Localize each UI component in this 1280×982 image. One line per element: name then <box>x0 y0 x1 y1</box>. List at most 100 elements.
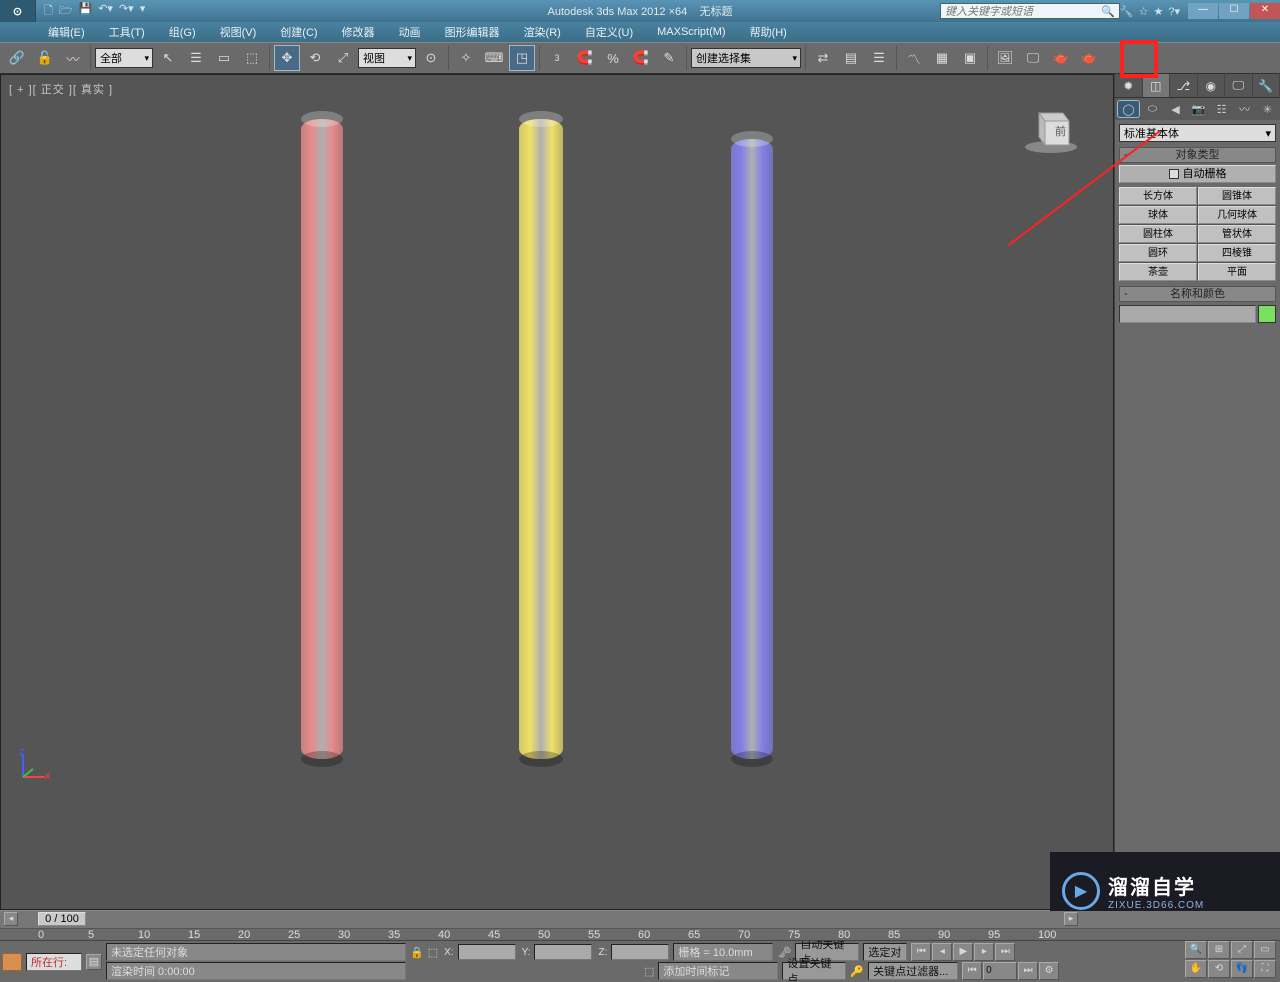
category-dropdown[interactable]: 标准基本体 <box>1119 124 1276 142</box>
star-icon[interactable]: ☆ <box>1139 5 1149 18</box>
tab-create-icon[interactable]: ✹ <box>1115 74 1143 97</box>
bind-icon[interactable]: 〰 <box>60 45 86 71</box>
object-name-input[interactable] <box>1119 305 1256 323</box>
menu-item[interactable]: 图形编辑器 <box>435 22 510 42</box>
scale-icon[interactable]: ⤢ <box>330 45 356 71</box>
qat-redo-icon[interactable]: ↷▾ <box>119 2 134 21</box>
key-big-icon[interactable]: 🔑 <box>850 965 864 978</box>
qat-undo-icon[interactable]: ↶▾ <box>98 2 113 21</box>
menu-item[interactable]: 渲染(R) <box>514 22 571 42</box>
edit-named-sel-icon[interactable]: ✎ <box>656 45 682 71</box>
menu-item[interactable]: 修改器 <box>332 22 385 42</box>
select-name-icon[interactable]: ☰ <box>183 45 209 71</box>
tab-modify-icon[interactable]: ◫ <box>1143 74 1171 97</box>
menu-item[interactable]: 动画 <box>389 22 431 42</box>
primitive-button[interactable]: 几何球体 <box>1198 206 1276 224</box>
select-icon[interactable]: ↖ <box>155 45 181 71</box>
prev-frame-icon[interactable]: ◂ <box>932 943 952 961</box>
goto-start-icon[interactable]: ⏮ <box>911 943 931 961</box>
time-slider[interactable]: 0 / 100 <box>38 912 86 926</box>
zoom-ext-icon[interactable]: ⤢ <box>1231 941 1253 959</box>
unlink-icon[interactable]: 🔓 <box>32 45 58 71</box>
rendered-frame-icon[interactable]: 🖵 <box>1020 45 1046 71</box>
named-selset-dropdown[interactable]: 创建选择集 <box>691 48 801 68</box>
keyboard-icon[interactable]: ⌨ <box>481 45 507 71</box>
angle-snap-icon[interactable]: 🧲 <box>572 45 598 71</box>
zoom-icon[interactable]: 🔍 <box>1185 941 1207 959</box>
select-rect-icon[interactable]: ▭ <box>211 45 237 71</box>
menu-item[interactable]: 创建(C) <box>270 22 327 42</box>
selection-filter-dropdown[interactable]: 全部 <box>95 48 153 68</box>
qat-new-icon[interactable]: 🗋 <box>44 2 53 21</box>
primitive-button[interactable]: 圆锥体 <box>1198 187 1276 205</box>
menu-item[interactable]: 视图(V) <box>210 22 267 42</box>
helpers-icon[interactable]: ☷ <box>1211 100 1232 118</box>
setkey-button[interactable]: 设置关键点 <box>782 962 846 980</box>
snap-toggle-icon[interactable]: ◳ <box>509 45 535 71</box>
key-icon[interactable]: 🔧 <box>1120 5 1134 18</box>
pivot-icon[interactable]: ⊙ <box>418 45 444 71</box>
x-input[interactable] <box>458 944 516 960</box>
y-input[interactable] <box>534 944 592 960</box>
refcoord-dropdown[interactable]: 视图 <box>358 48 416 68</box>
render-prod-icon[interactable]: 🫖 <box>1048 45 1074 71</box>
menu-item[interactable]: 工具(T) <box>99 22 155 42</box>
help-icon[interactable]: ?▾ <box>1168 5 1180 18</box>
window-cross-icon[interactable]: ⬚ <box>239 45 265 71</box>
play-icon[interactable]: ▶ <box>953 943 973 961</box>
maximize-button[interactable]: ☐ <box>1219 3 1249 19</box>
tab-hierarchy-icon[interactable]: ⎇ <box>1170 74 1198 97</box>
geometry-icon[interactable]: ◯ <box>1117 100 1140 118</box>
snap-3d-icon[interactable]: 3 <box>544 45 570 71</box>
menu-item[interactable]: MAXScript(M) <box>647 24 735 40</box>
close-button[interactable]: ✕ <box>1250 3 1280 19</box>
qat-open-icon[interactable]: 🗁 <box>59 2 73 21</box>
app-icon[interactable]: ⊙ <box>0 0 36 22</box>
add-time-tag[interactable]: 添加时间标记 <box>658 962 778 980</box>
material-editor-icon[interactable]: ▣ <box>957 45 983 71</box>
cylinder-object[interactable] <box>519 119 563 759</box>
render-iter-icon[interactable]: 🫖 <box>1076 45 1102 71</box>
key-next-icon[interactable]: ⏭ <box>1018 962 1038 980</box>
zoom-all-icon[interactable]: ⊞ <box>1208 941 1230 959</box>
view-cube[interactable]: 前 <box>1019 95 1083 159</box>
spacewarps-icon[interactable]: 〰 <box>1234 100 1255 118</box>
menu-item[interactable]: 组(G) <box>159 22 206 42</box>
qat-save-icon[interactable]: 💾 <box>79 2 93 21</box>
move-icon[interactable]: ✥ <box>274 45 300 71</box>
maxview-icon[interactable]: ⛶ <box>1254 960 1276 978</box>
layer-icon[interactable]: ☰ <box>866 45 892 71</box>
next-frame-icon[interactable]: ▸ <box>974 943 994 961</box>
primitive-button[interactable]: 平面 <box>1198 263 1276 281</box>
time-config-icon[interactable]: ⚙ <box>1039 962 1059 980</box>
lights-icon[interactable]: ◀ <box>1165 100 1186 118</box>
minibar-icon[interactable] <box>2 953 22 971</box>
cylinder-object[interactable] <box>731 139 773 759</box>
isolate-icon[interactable]: ⬚ <box>428 946 438 959</box>
walk-icon[interactable]: 👣 <box>1231 960 1253 978</box>
binoculars-icon[interactable]: 🔍 <box>1101 5 1115 18</box>
goto-end-icon[interactable]: ⏭ <box>995 943 1015 961</box>
tab-utilities-icon[interactable]: 🔧 <box>1253 74 1280 97</box>
keyfilter-button[interactable]: 关键点过滤器... <box>868 962 958 980</box>
lock-icon[interactable]: 🔒 <box>410 946 424 959</box>
fov-icon[interactable]: ▭ <box>1254 941 1276 959</box>
primitive-button[interactable]: 圆柱体 <box>1119 225 1197 243</box>
primitive-button[interactable]: 圆环 <box>1119 244 1197 262</box>
primitive-button[interactable]: 管状体 <box>1198 225 1276 243</box>
systems-icon[interactable]: ✳ <box>1257 100 1278 118</box>
tab-motion-icon[interactable]: ◉ <box>1198 74 1226 97</box>
rotate-icon[interactable]: ⟲ <box>302 45 328 71</box>
timeline-right-icon[interactable]: ▸ <box>1064 912 1078 926</box>
cameras-icon[interactable]: 📷 <box>1188 100 1209 118</box>
auto-grid-checkbox[interactable]: 自动栅格 <box>1119 165 1276 183</box>
mirror-icon[interactable]: ⇄ <box>810 45 836 71</box>
time-ruler[interactable]: 0510152025303540455055606570758085909510… <box>0 928 1280 941</box>
schematic-icon[interactable]: ▦ <box>929 45 955 71</box>
time-slider-track[interactable]: ◂ ▸ 0 / 100 <box>0 911 1280 928</box>
pan-icon[interactable]: ✋ <box>1185 960 1207 978</box>
primitive-button[interactable]: 球体 <box>1119 206 1197 224</box>
search-input[interactable]: 键入关键字或短语 <box>940 3 1120 19</box>
primitive-button[interactable]: 茶壶 <box>1119 263 1197 281</box>
favorite-icon[interactable]: ★ <box>1153 5 1163 18</box>
